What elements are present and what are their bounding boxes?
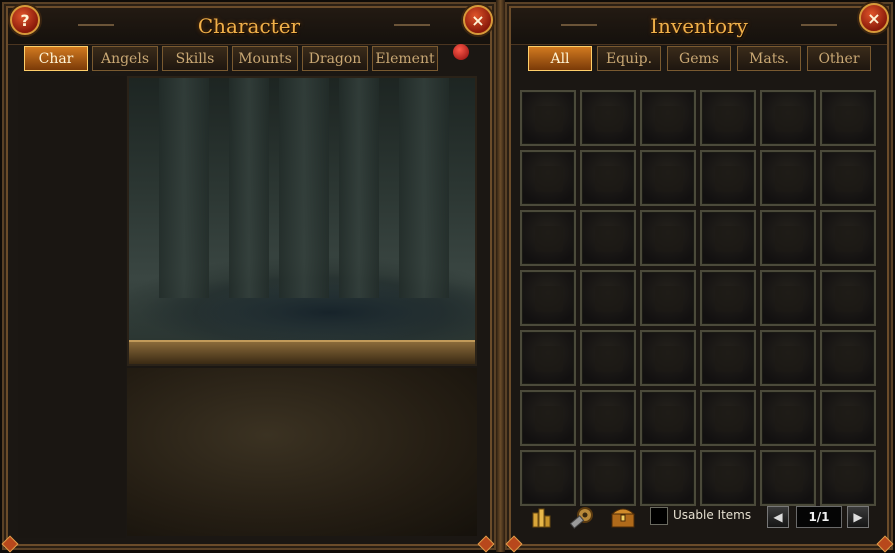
inventory-slot[interactable] bbox=[520, 450, 576, 506]
chevron-left-icon: ◀ bbox=[773, 510, 783, 524]
inventory-slot[interactable] bbox=[760, 270, 816, 326]
inventory-title: Inventory bbox=[650, 14, 748, 38]
tab-equip[interactable]: Equip. bbox=[597, 46, 661, 71]
inventory-slot[interactable] bbox=[580, 390, 636, 446]
background-pillar bbox=[339, 78, 379, 298]
inventory-slot[interactable] bbox=[640, 150, 696, 206]
chevron-right-icon: ▶ bbox=[853, 510, 863, 524]
inventory-slot[interactable] bbox=[760, 450, 816, 506]
inventory-slot[interactable] bbox=[820, 90, 876, 146]
tab-other[interactable]: Other bbox=[807, 46, 871, 71]
inventory-close-button[interactable]: × bbox=[859, 3, 889, 33]
inventory-slot[interactable] bbox=[820, 330, 876, 386]
inventory-slot[interactable] bbox=[640, 450, 696, 506]
inventory-slot[interactable] bbox=[520, 390, 576, 446]
inventory-slot[interactable] bbox=[760, 210, 816, 266]
inventory-slot[interactable] bbox=[520, 330, 576, 386]
inventory-slot[interactable] bbox=[760, 390, 816, 446]
inventory-slot[interactable] bbox=[820, 270, 876, 326]
tab-element[interactable]: Element bbox=[372, 46, 438, 71]
tab-all[interactable]: All bbox=[528, 46, 592, 71]
next-page-button[interactable]: ▶ bbox=[847, 506, 869, 528]
gear-icon[interactable] bbox=[567, 503, 593, 529]
inventory-slot[interactable] bbox=[700, 210, 756, 266]
inventory-slot[interactable] bbox=[520, 210, 576, 266]
inventory-slot[interactable] bbox=[820, 150, 876, 206]
inventory-slot[interactable] bbox=[700, 390, 756, 446]
notification-orb-icon[interactable] bbox=[453, 44, 469, 60]
inventory-title-bar[interactable]: Inventory bbox=[511, 8, 887, 45]
inventory-slot[interactable] bbox=[580, 450, 636, 506]
character-title: Character bbox=[197, 14, 301, 38]
inventory-slot[interactable] bbox=[820, 390, 876, 446]
inventory-slot[interactable] bbox=[580, 210, 636, 266]
inventory-slot[interactable] bbox=[700, 90, 756, 146]
inventory-slot[interactable] bbox=[700, 330, 756, 386]
panel-divider bbox=[496, 0, 505, 552]
inventory-slot[interactable] bbox=[520, 150, 576, 206]
background-pillar bbox=[229, 78, 269, 298]
help-button[interactable]: ? bbox=[10, 5, 40, 35]
usable-items-label: Usable Items bbox=[673, 508, 752, 522]
inventory-slot[interactable] bbox=[640, 330, 696, 386]
tab-gems[interactable]: Gems bbox=[667, 46, 731, 71]
inventory-slot[interactable] bbox=[700, 450, 756, 506]
background-pillar bbox=[159, 78, 209, 298]
character-portrait-view[interactable] bbox=[127, 76, 477, 366]
gold-coins-icon[interactable] bbox=[528, 505, 554, 531]
inventory-slot[interactable] bbox=[640, 270, 696, 326]
inventory-slot[interactable] bbox=[760, 330, 816, 386]
inventory-slot[interactable] bbox=[520, 90, 576, 146]
inventory-slot[interactable] bbox=[700, 270, 756, 326]
inventory-grid bbox=[520, 90, 876, 506]
inventory-slot[interactable] bbox=[640, 390, 696, 446]
inventory-slot[interactable] bbox=[640, 210, 696, 266]
usable-items-checkbox[interactable] bbox=[650, 507, 668, 525]
page-indicator: 1/1 bbox=[796, 506, 842, 528]
portrait-frame bbox=[129, 340, 475, 364]
character-title-bar[interactable]: Character bbox=[8, 8, 490, 45]
close-icon: × bbox=[867, 8, 881, 28]
inventory-slot[interactable] bbox=[580, 150, 636, 206]
tab-skills[interactable]: Skills bbox=[162, 46, 228, 71]
inventory-slot[interactable] bbox=[820, 450, 876, 506]
close-icon: × bbox=[471, 10, 485, 30]
inventory-slot[interactable] bbox=[700, 150, 756, 206]
background-pillar bbox=[399, 78, 449, 298]
tab-char[interactable]: Char bbox=[24, 46, 88, 71]
inventory-slot[interactable] bbox=[820, 210, 876, 266]
tab-mounts[interactable]: Mounts bbox=[232, 46, 298, 71]
treasure-chest-icon[interactable] bbox=[609, 504, 636, 530]
inventory-slot[interactable] bbox=[760, 150, 816, 206]
inventory-slot[interactable] bbox=[640, 90, 696, 146]
tab-angels[interactable]: Angels bbox=[92, 46, 158, 71]
tab-dragon[interactable]: Dragon bbox=[302, 46, 368, 71]
inventory-slot[interactable] bbox=[760, 90, 816, 146]
inventory-slot[interactable] bbox=[520, 270, 576, 326]
prev-page-button[interactable]: ◀ bbox=[767, 506, 789, 528]
inventory-slot[interactable] bbox=[580, 90, 636, 146]
character-info-area bbox=[127, 368, 477, 536]
question-icon: ? bbox=[20, 10, 30, 30]
character-close-button[interactable]: × bbox=[463, 5, 493, 35]
tab-mats[interactable]: Mats. bbox=[737, 46, 801, 71]
background-pillar bbox=[279, 78, 329, 298]
inventory-slot[interactable] bbox=[580, 270, 636, 326]
character-sidebar bbox=[18, 76, 126, 538]
inventory-slot[interactable] bbox=[580, 330, 636, 386]
